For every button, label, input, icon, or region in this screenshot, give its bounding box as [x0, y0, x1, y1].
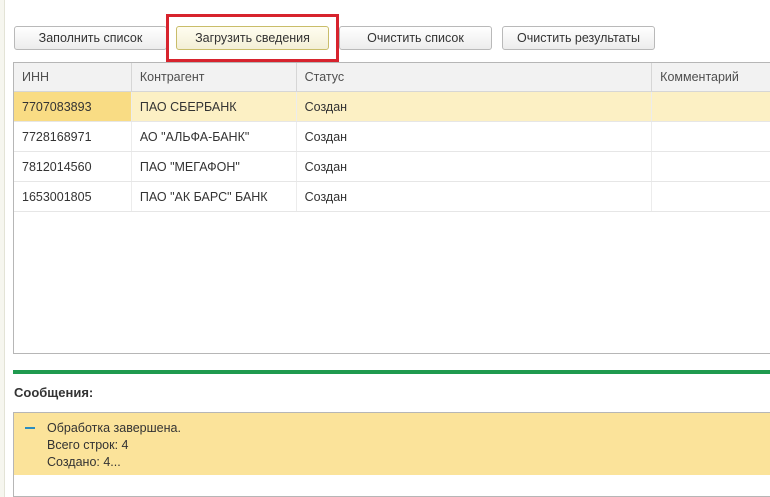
cell-status[interactable]: Создан	[297, 92, 653, 121]
clear-list-button[interactable]: Очистить список	[339, 26, 492, 50]
cell-comment[interactable]	[652, 122, 770, 151]
clear-results-button[interactable]: Очистить результаты	[502, 26, 655, 50]
cell-status[interactable]: Создан	[297, 182, 653, 211]
cell-inn[interactable]: 7707083893	[14, 92, 132, 121]
column-header-status[interactable]: Статус	[297, 63, 653, 91]
cell-status[interactable]: Создан	[297, 152, 653, 181]
counterparties-table: ИНН Контрагент Статус Комментарий 770708…	[13, 62, 770, 354]
cell-comment[interactable]	[652, 92, 770, 121]
fill-list-button[interactable]: Заполнить список	[14, 26, 167, 50]
message-line: Обработка завершена.	[47, 421, 181, 435]
table-row[interactable]: 7707083893 ПАО СБЕРБАНК Создан	[14, 92, 770, 122]
table-row[interactable]: 1653001805 ПАО "АК БАРС" БАНК Создан	[14, 182, 770, 212]
left-panel-edge	[0, 0, 5, 497]
table-row[interactable]: 7812014560 ПАО "МЕГАФОН" Создан	[14, 152, 770, 182]
message-line: Создано: 4...	[47, 455, 121, 469]
cell-counterparty[interactable]: АО "АЛЬФА-БАНК"	[132, 122, 297, 151]
column-header-counterparty[interactable]: Контрагент	[132, 63, 297, 91]
column-header-inn[interactable]: ИНН	[14, 63, 132, 91]
message-item[interactable]: Обработка завершена. Всего строк: 4 Созд…	[14, 413, 770, 475]
messages-title: Сообщения:	[14, 385, 94, 400]
table-header: ИНН Контрагент Статус Комментарий	[14, 63, 770, 92]
cell-inn[interactable]: 1653001805	[14, 182, 132, 211]
cell-counterparty[interactable]: ПАО "АК БАРС" БАНК	[132, 182, 297, 211]
message-line: Всего строк: 4	[47, 438, 129, 452]
cell-comment[interactable]	[652, 182, 770, 211]
cell-comment[interactable]	[652, 152, 770, 181]
cell-counterparty[interactable]: ПАО СБЕРБАНК	[132, 92, 297, 121]
cell-counterparty[interactable]: ПАО "МЕГАФОН"	[132, 152, 297, 181]
table-row[interactable]: 7728168971 АО "АЛЬФА-БАНК" Создан	[14, 122, 770, 152]
cell-inn[interactable]: 7728168971	[14, 122, 132, 151]
column-header-comment[interactable]: Комментарий	[652, 63, 770, 91]
highlight-frame	[166, 14, 339, 62]
panel-splitter[interactable]	[13, 370, 770, 374]
messages-panel: Обработка завершена. Всего строк: 4 Созд…	[13, 412, 770, 497]
cell-status[interactable]: Создан	[297, 122, 653, 151]
minus-icon[interactable]	[25, 427, 35, 429]
cell-inn[interactable]: 7812014560	[14, 152, 132, 181]
